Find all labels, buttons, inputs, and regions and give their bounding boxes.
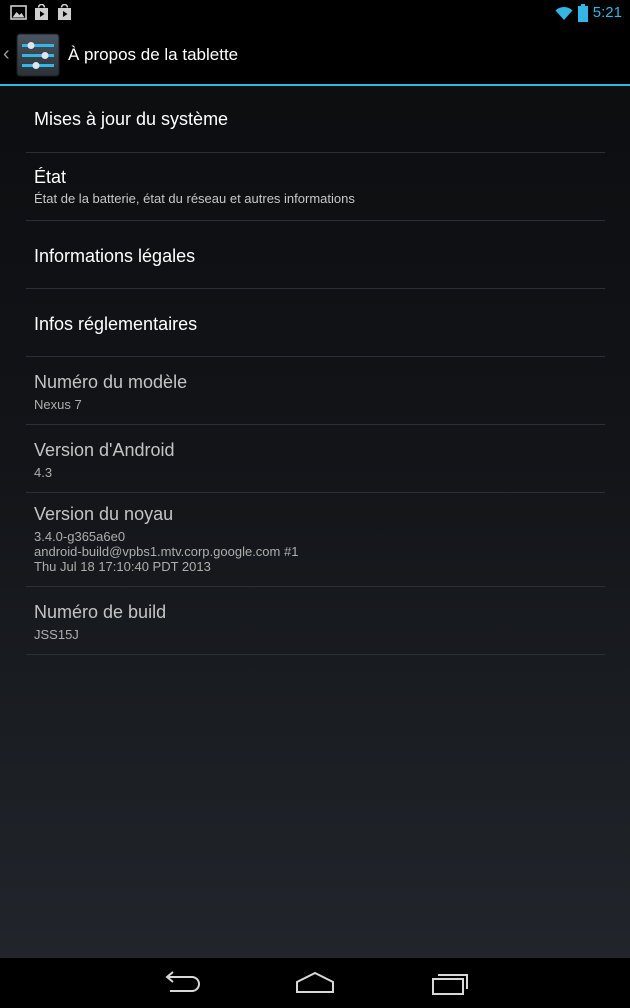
list-item-title: Mises à jour du système [34, 109, 229, 129]
play-store-icon [58, 4, 71, 20]
action-bar: ‹ À propos de la tablette [0, 26, 630, 86]
screen: 5:21 ‹ À propos de la tablette Mises à j… [0, 0, 630, 1008]
list-item-build-number[interactable]: Numéro de build JSS15J [26, 587, 605, 655]
list-item-summary-line: 3.4.0-g365a6e0 [34, 529, 126, 544]
list-item-summary: 4.3 [34, 465, 53, 480]
list-item-summary: État de la batterie, état du réseau et a… [34, 191, 355, 206]
recent-apps-icon[interactable] [430, 970, 470, 996]
list-item-summary: JSS15J [34, 627, 79, 642]
settings-sliders-icon[interactable] [16, 33, 60, 77]
list-item-title: Infos réglementaires [34, 314, 198, 334]
page-title: À propos de la tablette [68, 45, 239, 64]
gallery-icon [10, 5, 27, 20]
clock: 5:21 [592, 4, 622, 21]
wifi-icon [555, 6, 573, 20]
list-item-android-version[interactable]: Version d'Android 4.3 [26, 425, 605, 493]
status-bar: 5:21 [0, 0, 630, 26]
play-store-icon [35, 4, 48, 20]
list-item-status[interactable]: État État de la batterie, état du réseau… [26, 153, 605, 221]
list-item-summary-line: android-build@vpbs1.mtv.corp.google.com … [34, 544, 299, 559]
home-icon[interactable] [295, 970, 335, 996]
list-item-legal-info[interactable]: Informations légales [26, 221, 605, 289]
list-item-model-number: Numéro du modèle Nexus 7 [26, 357, 605, 425]
list-item-kernel-version: Version du noyau 3.4.0-g365a6e0 android-… [26, 493, 605, 587]
list-item-summary: Nexus 7 [34, 397, 82, 412]
list-item-title: Numéro de build [34, 602, 167, 622]
list-item-regulatory-info[interactable]: Infos réglementaires [26, 289, 605, 357]
list-item-title: Version du noyau [34, 504, 174, 524]
list-item-summary-line: Thu Jul 18 17:10:40 PDT 2013 [34, 559, 211, 574]
list-item-title: État [34, 167, 67, 187]
up-caret-icon[interactable]: ‹ [3, 42, 10, 66]
navigation-bar [0, 958, 630, 1008]
settings-list: Mises à jour du système État État de la … [26, 86, 605, 655]
list-item-title: Version d'Android [34, 440, 175, 460]
battery-icon [577, 4, 588, 22]
back-icon[interactable] [160, 970, 200, 996]
list-item-title: Informations légales [34, 246, 196, 266]
list-item-title: Numéro du modèle [34, 372, 188, 392]
list-item-system-updates[interactable]: Mises à jour du système [26, 86, 605, 153]
